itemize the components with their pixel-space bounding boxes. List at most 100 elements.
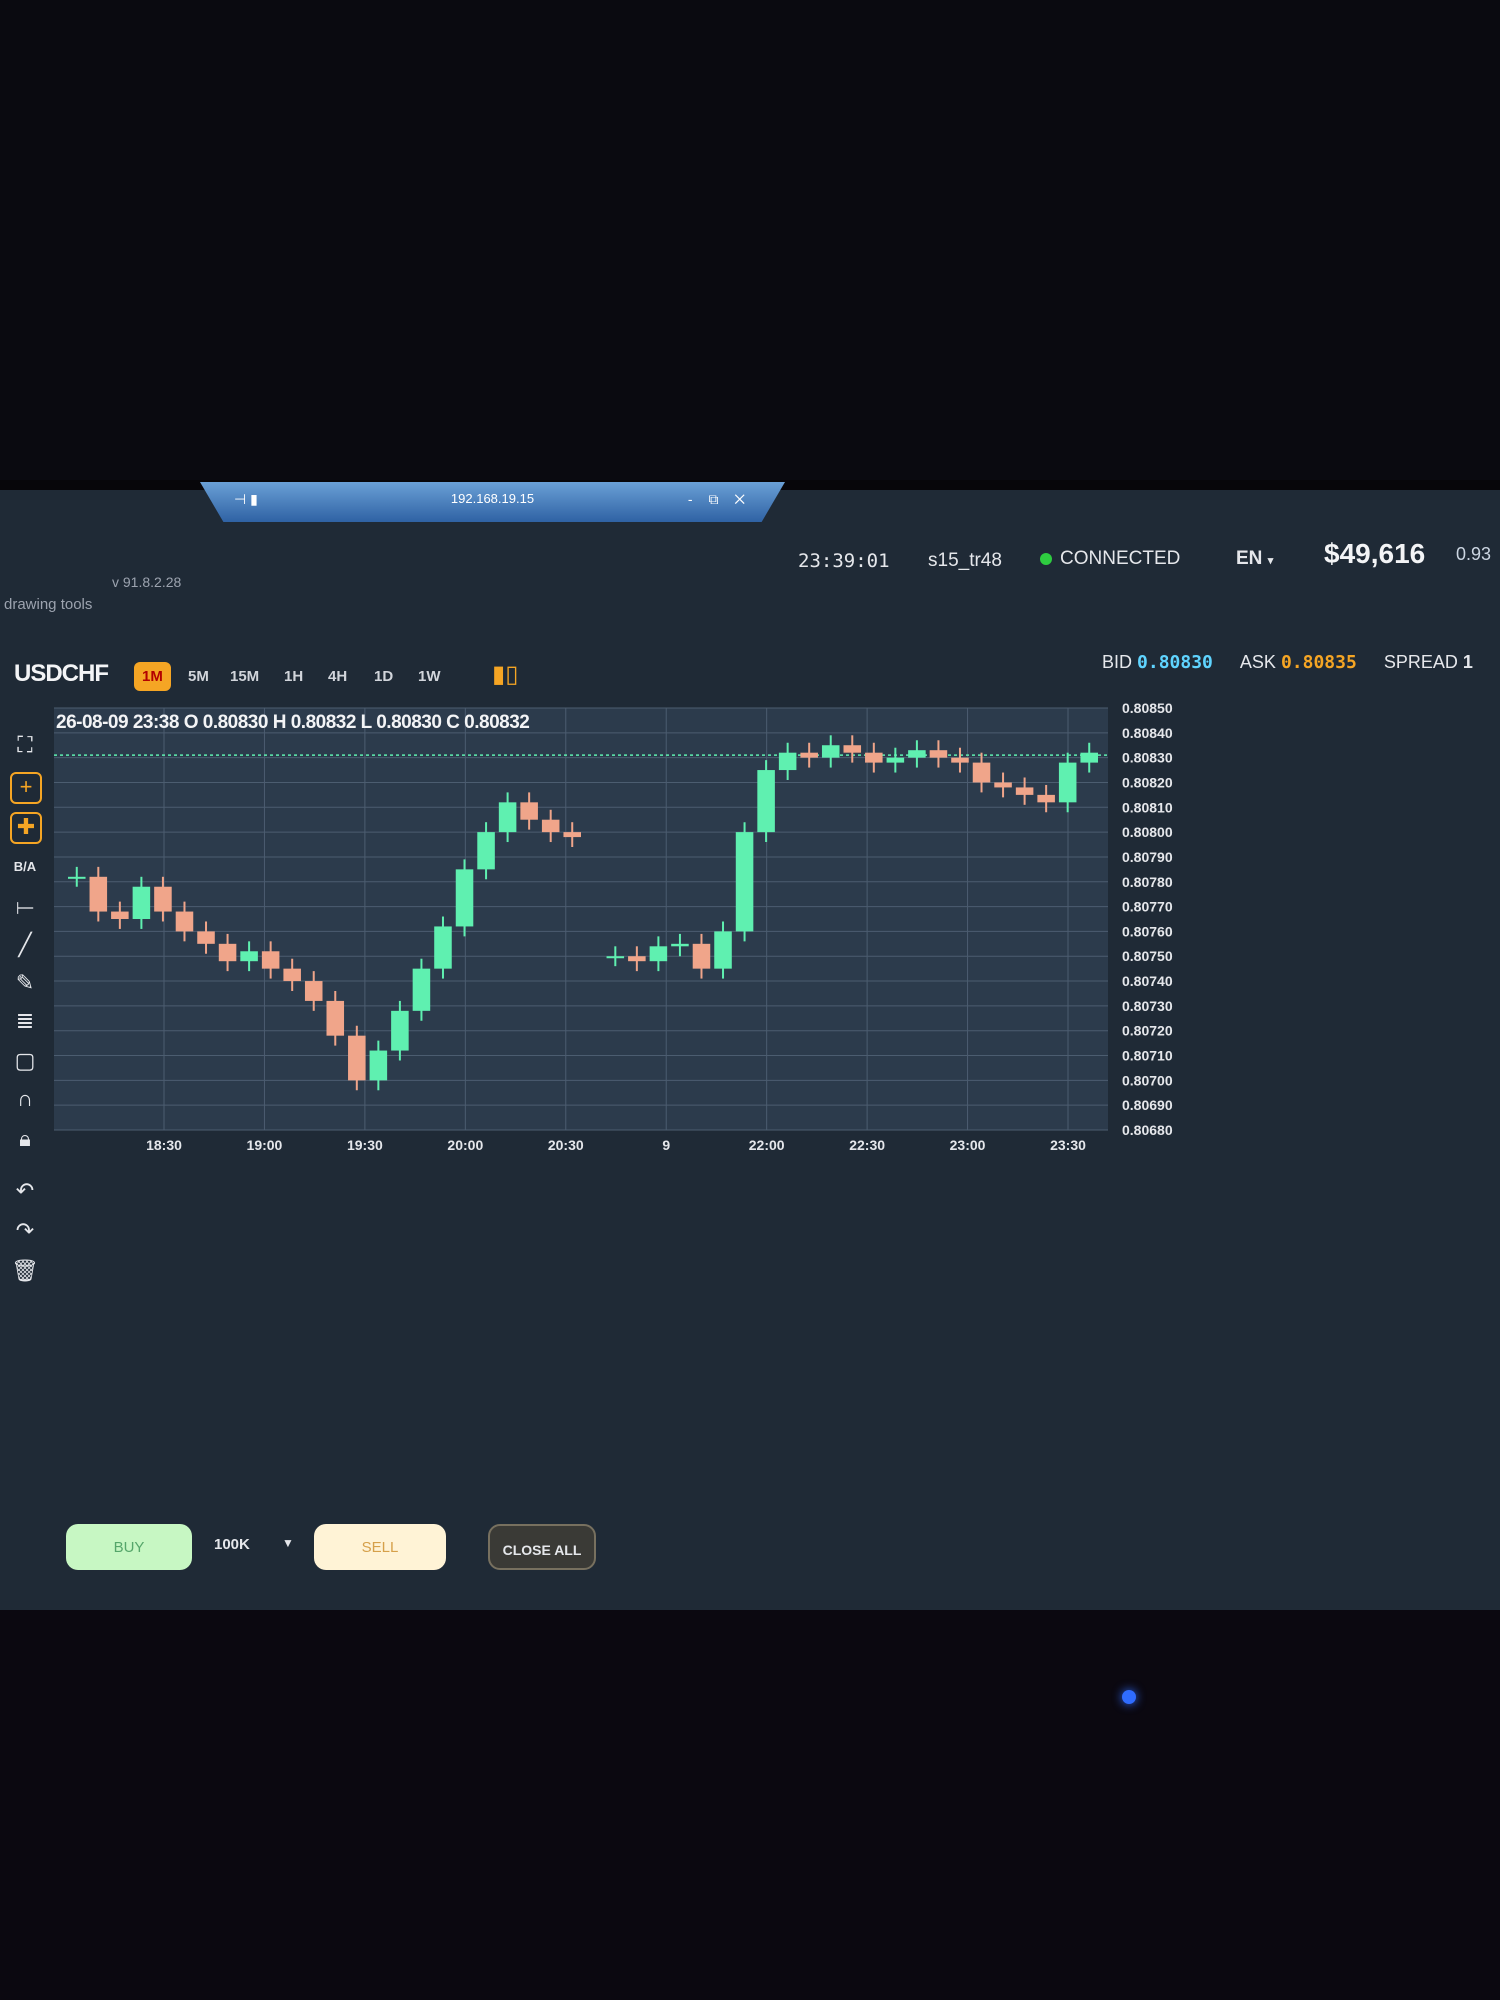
candle-body bbox=[111, 911, 129, 919]
crosshair-add-icon[interactable]: ✚ bbox=[10, 812, 42, 844]
candle-body bbox=[197, 931, 215, 944]
redo-icon[interactable]: ↷ bbox=[10, 1216, 40, 1246]
candle-body bbox=[240, 951, 258, 962]
sell-button[interactable]: SELL bbox=[314, 1524, 446, 1570]
spread-label: SPREAD bbox=[1383, 652, 1458, 672]
candle-body bbox=[520, 802, 538, 820]
y-tick-label: 0.80780 bbox=[1122, 874, 1173, 890]
symbol-name[interactable]: USDCHF bbox=[14, 660, 109, 688]
fullscreen-icon[interactable]: ⛶ bbox=[10, 730, 40, 760]
x-tick-label: 19:30 bbox=[347, 1137, 383, 1153]
candle-body bbox=[1080, 752, 1098, 763]
crosshair-icon[interactable]: + bbox=[10, 772, 42, 804]
candle-body bbox=[821, 745, 840, 758]
y-tick-label: 0.80840 bbox=[1122, 725, 1173, 741]
x-tick-label: 19:00 bbox=[247, 1137, 283, 1153]
candle-body bbox=[369, 1050, 388, 1081]
trash-icon[interactable]: 🗑︎ bbox=[10, 1256, 40, 1286]
timeframe-15m[interactable]: 15M bbox=[222, 662, 267, 691]
x-tick-label: 22:00 bbox=[749, 1137, 785, 1153]
fib-lines-icon[interactable]: ≣ bbox=[10, 1006, 40, 1036]
close-all-button[interactable]: CLOSE ALL bbox=[488, 1524, 596, 1570]
y-tick-label: 0.80700 bbox=[1122, 1072, 1173, 1088]
candle-body bbox=[1037, 794, 1055, 803]
remote-desktop-bar[interactable]: ⊣ ▮ 192.168.19.15 - ⧉ ✕ bbox=[200, 482, 785, 522]
candle-body bbox=[1015, 787, 1034, 795]
pin-icon[interactable]: ⊣ ▮ bbox=[234, 482, 258, 516]
candle-body bbox=[714, 931, 732, 969]
y-tick-label: 0.80810 bbox=[1122, 799, 1173, 815]
timeframe-1m[interactable]: 1M bbox=[134, 662, 171, 691]
bid-label: BID bbox=[1102, 652, 1133, 672]
trading-screen: ⊣ ▮ 192.168.19.15 - ⧉ ✕ 23:39:01 s15_tr4… bbox=[0, 482, 1500, 1610]
account-id: s15_tr48 bbox=[928, 550, 1002, 571]
ohlc-readout: 26-08-09 23:38 O 0.80830 H 0.80832 L 0.8… bbox=[56, 712, 530, 733]
pencil-icon[interactable]: ✎ bbox=[10, 968, 40, 998]
language-select[interactable]: EN ▾ bbox=[1236, 548, 1273, 570]
candle-body bbox=[477, 832, 495, 870]
undo-icon[interactable]: ↶ bbox=[10, 1176, 40, 1206]
quote-display: BID 0.80830 ASK 0.80835 SPREAD 1 bbox=[1102, 652, 1473, 673]
candle-body bbox=[563, 832, 581, 838]
candle-body bbox=[972, 762, 991, 783]
price-chart[interactable]: 0.80850 0.80840 0.80830 0.80820 0.80810 0.808… bbox=[44, 698, 1422, 1160]
timeframe-1w[interactable]: 1W bbox=[410, 662, 449, 691]
account-balance: $49,616 bbox=[1324, 538, 1426, 569]
spread-value: 1 bbox=[1462, 652, 1473, 672]
remote-address: 192.168.19.15 bbox=[450, 491, 535, 506]
y-tick-label: 0.80680 bbox=[1122, 1122, 1173, 1138]
chevron-down-icon[interactable]: ▼ bbox=[282, 1536, 294, 1550]
y-tick-label: 0.80740 bbox=[1122, 973, 1173, 989]
window-controls[interactable]: - ⧉ ✕ bbox=[688, 482, 751, 516]
candle-body bbox=[304, 981, 323, 1001]
candle-body bbox=[391, 1010, 409, 1051]
x-tick-label: 20:00 bbox=[447, 1137, 483, 1153]
timeframe-5m[interactable]: 5M bbox=[180, 662, 217, 691]
ask-price: 0.80835 bbox=[1280, 652, 1357, 673]
lock-icon[interactable]: 🔒︎ bbox=[10, 1124, 40, 1154]
candle-body bbox=[175, 911, 194, 932]
candle-body bbox=[455, 869, 474, 927]
bid-ask-toggle[interactable]: B/A bbox=[10, 852, 40, 882]
candle-body bbox=[412, 968, 431, 1011]
candle-body bbox=[886, 757, 905, 763]
y-tick-label: 0.80850 bbox=[1122, 700, 1173, 716]
drawing-toolbar: ⛶ + ✚ B/A ⟝ ╱ ✎ ≣ ▢ ∩ 🔒︎ ↶ ↷ 🗑︎ bbox=[6, 730, 46, 1310]
magnet-icon[interactable]: ∩ bbox=[10, 1084, 40, 1114]
candle-body bbox=[649, 946, 668, 962]
candle-body bbox=[865, 752, 883, 763]
app-version: v 91.8.2.28 bbox=[112, 574, 182, 590]
candle-body bbox=[951, 757, 969, 763]
candle-body bbox=[800, 752, 818, 758]
buy-button[interactable]: BUY bbox=[66, 1524, 192, 1570]
candle-body bbox=[606, 956, 625, 959]
candle-body bbox=[994, 782, 1012, 788]
candle-body bbox=[843, 745, 862, 753]
candle-body bbox=[434, 926, 452, 969]
x-tick-label: 23:30 bbox=[1050, 1137, 1086, 1153]
candle-body bbox=[218, 943, 237, 962]
trend-line-icon[interactable]: ╱ bbox=[10, 930, 40, 960]
top-bar: 23:39:01 s15_tr48 CONNECTED EN ▾ $49,616… bbox=[0, 520, 1500, 580]
chart-svg[interactable]: 0.80850 0.80840 0.80830 0.80820 0.80810 0.808… bbox=[44, 698, 1422, 1160]
extra-value: 0.93 bbox=[1456, 544, 1492, 564]
candlestick-type-icon[interactable]: ▮▯ bbox=[492, 660, 518, 689]
x-tick-label: 18:30 bbox=[146, 1137, 182, 1153]
candle-body bbox=[68, 876, 86, 879]
y-tick-label: 0.80710 bbox=[1122, 1048, 1173, 1064]
x-tick-label: 9 bbox=[662, 1137, 670, 1153]
monitor-bezel-top bbox=[0, 0, 1500, 480]
rectangle-icon[interactable]: ▢ bbox=[10, 1046, 40, 1076]
quantity-select[interactable]: 100K bbox=[214, 1536, 250, 1553]
candle-body bbox=[628, 956, 646, 962]
candle-body bbox=[154, 886, 172, 912]
horizontal-line-icon[interactable]: ⟝ bbox=[10, 892, 40, 922]
timeframe-1d[interactable]: 1D bbox=[366, 662, 401, 691]
timeframe-4h[interactable]: 4H bbox=[320, 662, 355, 691]
timeframe-1h[interactable]: 1H bbox=[276, 662, 311, 691]
candle-body bbox=[348, 1035, 366, 1081]
x-tick-label: 22:30 bbox=[849, 1137, 885, 1153]
candle-body bbox=[929, 750, 948, 758]
clock: 23:39:01 bbox=[798, 550, 890, 572]
bid-price: 0.80830 bbox=[1137, 652, 1213, 673]
